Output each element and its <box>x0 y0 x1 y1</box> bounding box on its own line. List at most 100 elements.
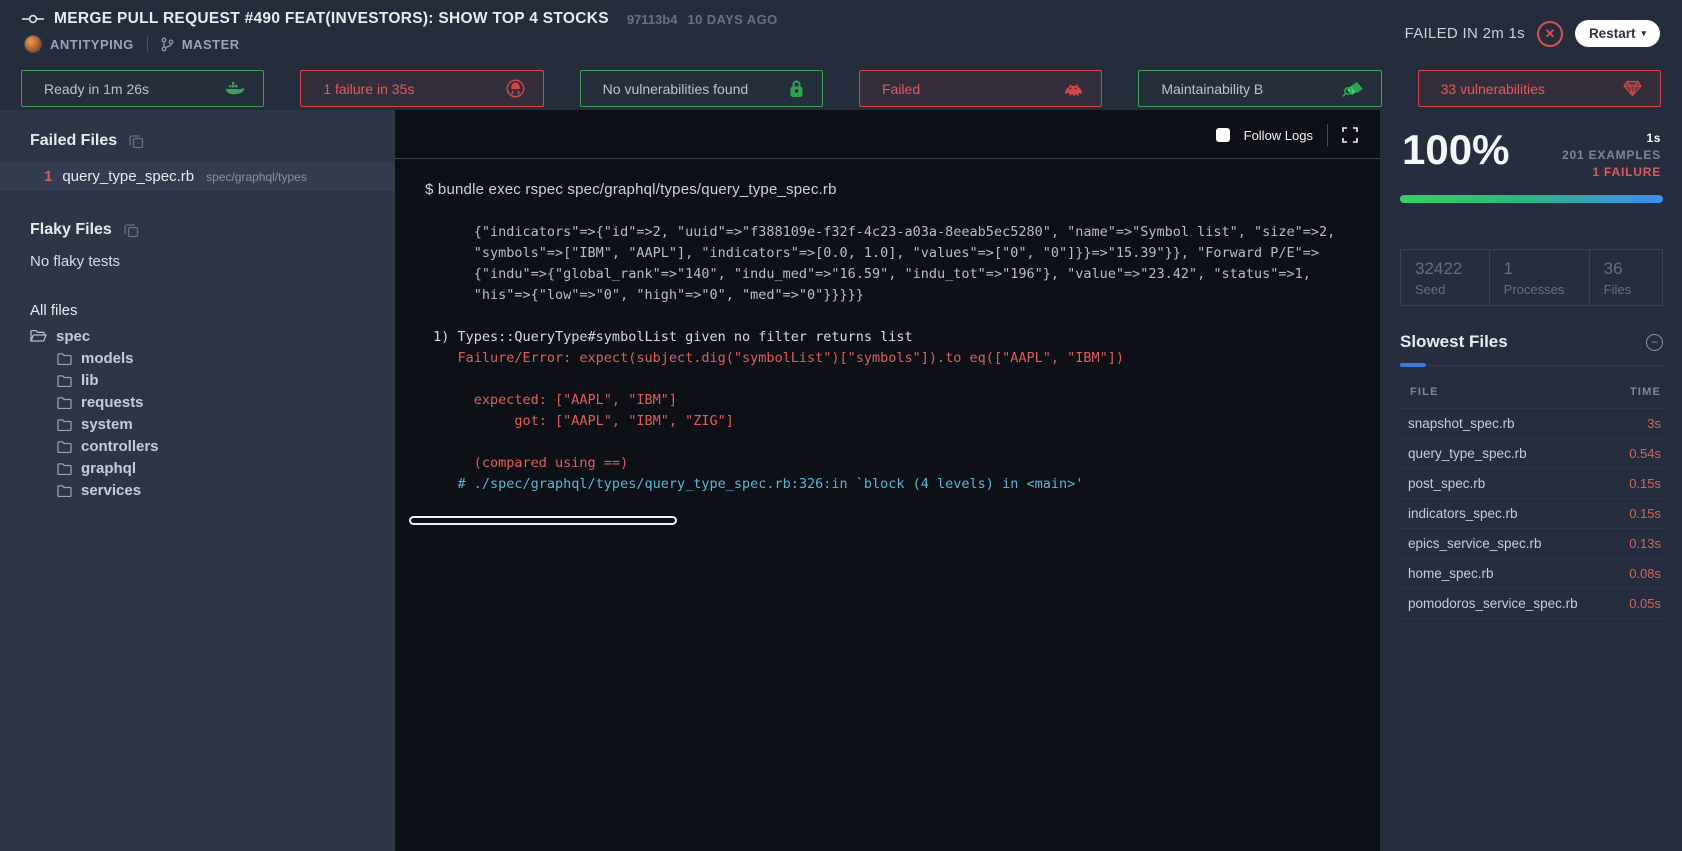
table-row[interactable]: pomodoros_service_spec.rb 0.05s <box>1400 589 1663 619</box>
follow-logs-label[interactable]: Follow Logs <box>1244 128 1313 143</box>
fullscreen-icon[interactable] <box>1342 127 1358 143</box>
collapse-icon[interactable]: − <box>1646 333 1663 351</box>
badge-label: Maintainability B <box>1161 80 1264 97</box>
tree-folder-models[interactable]: models <box>0 347 395 369</box>
right-sidebar: 100% 1s 201 EXAMPLES 1 FAILURE 32422 See… <box>1380 110 1682 851</box>
badge-hound-failed[interactable]: Failed <box>858 70 1103 107</box>
lock-icon <box>789 79 804 98</box>
tree-folder-services[interactable]: services <box>0 479 395 501</box>
tree-folder-controllers[interactable]: controllers <box>0 435 395 457</box>
stat-files: 36 Files <box>1589 249 1663 306</box>
stat-processes: 1 Processes <box>1489 249 1590 306</box>
copy-icon[interactable] <box>124 223 139 238</box>
log-line: "symbols"=>["IBM", "AAPL"], "indicators"… <box>425 245 1320 261</box>
log-line: {"indicators"=>{"id"=>2, "uuid"=>"f38810… <box>425 224 1336 240</box>
badge-maintainability[interactable]: Maintainability B <box>1138 70 1382 107</box>
divider <box>146 36 148 52</box>
terminal-output: $ bundle exec rspec spec/graphql/types/q… <box>395 159 1380 525</box>
tree-folder-label: spec <box>56 327 91 345</box>
build-status-text: FAILED IN 2m 1s <box>1404 25 1525 42</box>
slowest-files-table: FILE TIME snapshot_spec.rb 3s query_type… <box>1400 382 1663 619</box>
folder-icon <box>57 396 72 409</box>
tree-folder-system[interactable]: system <box>0 413 395 435</box>
page-title: MERGE PULL REQUEST #490 FEAT(INVESTORS):… <box>54 10 609 27</box>
table-row[interactable]: snapshot_spec.rb 3s <box>1400 409 1663 439</box>
log-line-compared: (compared using ==) <box>425 455 629 471</box>
status-badges-row: Ready in 1m 26s 1 failure in 35s No vuln… <box>0 62 1682 110</box>
folder-icon <box>57 440 72 453</box>
failed-file-row[interactable]: 1 query_type_spec.rb spec/graphql/types <box>0 162 395 191</box>
no-flaky-tests-text: No flaky tests <box>30 253 121 270</box>
top-bar: MERGE PULL REQUEST #490 FEAT(INVESTORS):… <box>0 0 1682 62</box>
log-line-expected: expected: ["AAPL", "IBM"] <box>425 392 677 408</box>
tree-folder-requests[interactable]: requests <box>0 391 395 413</box>
failed-file-path: spec/graphql/types <box>206 169 307 184</box>
failures-count: 1 FAILURE <box>1592 165 1661 179</box>
badge-rubocop-failure[interactable]: 1 failure in 35s <box>300 70 544 107</box>
file-tree: spec models lib requests system controll… <box>0 325 395 501</box>
badge-vulnerabilities-none[interactable]: No vulnerabilities found <box>579 70 823 107</box>
column-file: FILE <box>1410 386 1439 398</box>
folder-icon <box>57 374 72 387</box>
run-stats: 32422 Seed 1 Processes 36 Files <box>1400 249 1663 306</box>
copy-icon[interactable] <box>129 134 144 149</box>
duration-text: 1s <box>1646 131 1661 145</box>
folder-icon <box>57 462 72 475</box>
table-row[interactable]: post_spec.rb 0.15s <box>1400 469 1663 499</box>
divider <box>1327 124 1328 146</box>
avatar <box>24 35 42 53</box>
table-row[interactable]: query_type_spec.rb 0.54s <box>1400 439 1663 469</box>
tree-folder-lib[interactable]: lib <box>0 369 395 391</box>
docker-icon <box>225 81 245 97</box>
table-row[interactable]: epics_service_spec.rb 0.13s <box>1400 529 1663 559</box>
table-row[interactable]: home_spec.rb 0.08s <box>1400 559 1663 589</box>
badge-label: 33 vulnerabilities <box>1440 80 1545 97</box>
chevron-down-icon: ▾ <box>1641 28 1646 38</box>
pass-percentage: 100% <box>1402 126 1510 173</box>
badge-label: Failed <box>881 80 921 97</box>
tree-folder-graphql[interactable]: graphql <box>0 457 395 479</box>
slowest-divider <box>1400 363 1663 367</box>
all-files-heading: All files <box>30 302 78 319</box>
failure-count: 1 <box>44 168 53 185</box>
folder-icon <box>57 418 72 431</box>
examples-count: 201 EXAMPLES <box>1562 148 1661 162</box>
table-row[interactable]: indicators_spec.rb 0.15s <box>1400 499 1663 529</box>
log-line-failure-title: 1) Types::QueryType#symbolList given no … <box>425 329 913 345</box>
badge-label: Ready in 1m 26s <box>44 80 150 97</box>
slowest-files-heading: Slowest Files <box>1400 332 1508 351</box>
log-line-backtrace: # ./spec/graphql/types/query_type_spec.r… <box>425 476 1084 492</box>
badge-label: No vulnerabilities found <box>602 80 749 97</box>
branch-name: MASTER <box>181 36 240 52</box>
terminal-command: $ bundle exec rspec spec/graphql/types/q… <box>425 181 837 198</box>
git-branch-icon <box>161 37 174 52</box>
badge-vulnerabilities-count[interactable]: 33 vulnerabilities <box>1417 70 1661 107</box>
stat-seed: 32422 Seed <box>1400 249 1490 306</box>
log-line-got: got: ["AAPL", "IBM", "ZIG"] <box>425 413 734 429</box>
folder-icon <box>57 352 72 365</box>
flaky-files-heading: Flaky Files <box>30 221 112 238</box>
ruby-gem-icon <box>1623 80 1642 97</box>
log-line: {"indu"=>{"global_rank"=>"140", "indu_me… <box>425 266 1311 282</box>
horizontal-scrollbar[interactable] <box>409 516 677 525</box>
log-line: "his"=>{"low"=>"0", "high"=>"0", "med"=>… <box>425 287 864 303</box>
restart-button[interactable]: Restart ▾ <box>1574 20 1660 47</box>
log-line-failure-error: Failure/Error: expect(subject.dig("symbo… <box>425 350 1124 366</box>
progress-bar <box>1400 195 1663 203</box>
follow-logs-checkbox[interactable] <box>1215 128 1230 142</box>
badge-docker-ready[interactable]: Ready in 1m 26s <box>21 70 265 107</box>
tree-folder-spec[interactable]: spec <box>0 325 395 347</box>
failed-file-name: query_type_spec.rb <box>62 168 195 185</box>
failed-files-heading: Failed Files <box>30 132 118 149</box>
rubocop-icon <box>506 79 525 98</box>
folder-open-icon <box>30 329 47 343</box>
folder-icon <box>57 484 72 497</box>
commit-hash: 97113b4 <box>626 11 678 27</box>
git-commit-icon <box>22 13 44 25</box>
failed-circle-icon: ✕ <box>1536 20 1563 47</box>
commit-age: 10 DAYS AGO <box>687 11 778 27</box>
left-sidebar: Failed Files 1 query_type_spec.rb spec/g… <box>0 110 395 851</box>
badge-label: 1 failure in 35s <box>323 80 415 97</box>
terminal-log-panel: Follow Logs $ bundle exec rspec spec/gra… <box>395 110 1380 851</box>
codeclimate-icon <box>1342 80 1363 98</box>
